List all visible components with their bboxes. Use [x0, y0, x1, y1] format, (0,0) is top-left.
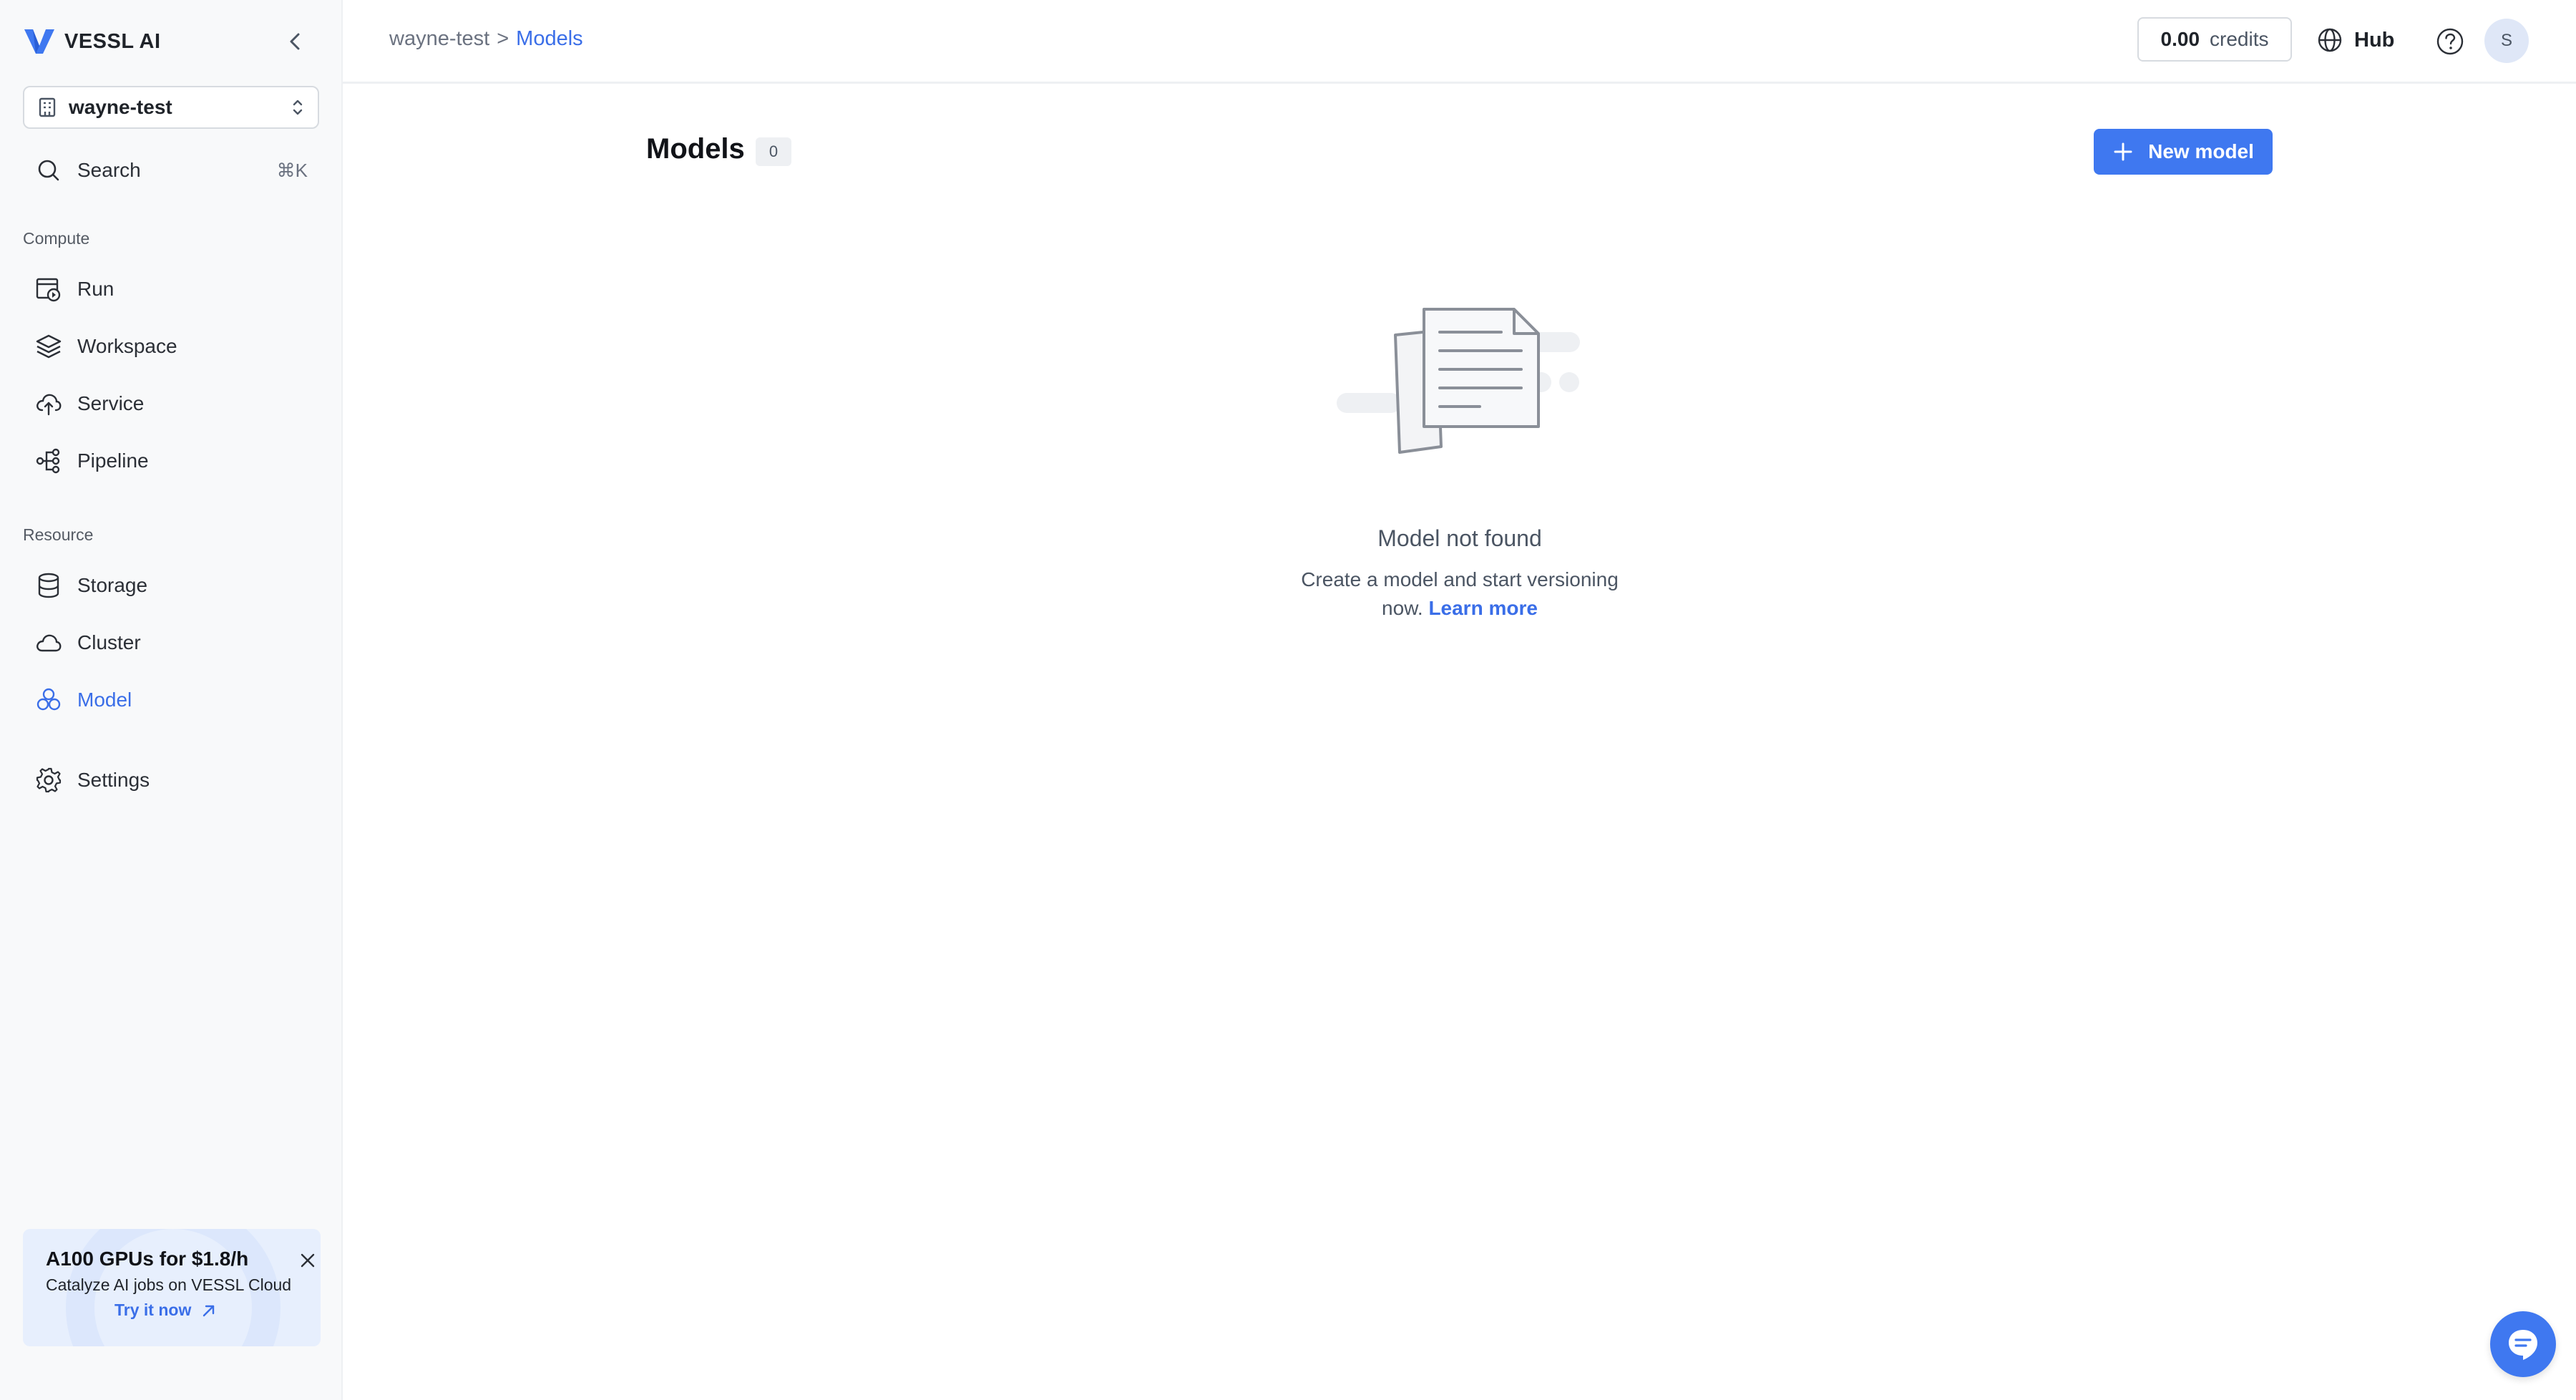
sidebar-item-label: Storage [77, 574, 148, 596]
database-icon [38, 573, 59, 598]
new-model-label: New model [2148, 140, 2254, 162]
chevron-left-icon [290, 33, 300, 50]
sidebar-item-settings[interactable]: Settings [23, 757, 319, 803]
credits-button[interactable]: 0.00 credits [2137, 17, 2292, 62]
sidebar-item-pipeline[interactable]: Pipeline [23, 438, 319, 484]
credits-unit: credits [2210, 28, 2269, 50]
promo-title: A100 GPUs for $1.8/h [46, 1248, 249, 1270]
search-shortcut: ⌘K [276, 159, 308, 181]
sidebar-item-label: Workspace [77, 335, 177, 357]
chevron-up-down-icon [293, 99, 303, 115]
vessl-logo-icon [24, 29, 54, 54]
sidebar: VESSL AI wayne-test Search ⌘K Compute Ru… [0, 0, 343, 1400]
hub-button[interactable]: Hub [2316, 21, 2394, 59]
cloud-upload-icon [36, 394, 62, 416]
section-label-compute: Compute [23, 229, 90, 248]
model-icon [36, 688, 61, 711]
org-selector[interactable]: wayne-test [23, 86, 319, 129]
org-name: wayne-test [69, 96, 172, 118]
page-title: Models [646, 133, 745, 165]
sidebar-item-label: Settings [77, 769, 150, 791]
help-circle-icon [2436, 28, 2464, 55]
sidebar-item-label: Service [77, 392, 145, 414]
close-icon [301, 1253, 315, 1268]
pipeline-icon [36, 448, 60, 474]
arrow-up-right-icon [203, 1305, 215, 1316]
plus-icon [2112, 141, 2134, 162]
empty-desc-now: now. [1382, 597, 1423, 619]
promo-cta-label: Try it now [114, 1301, 192, 1319]
breadcrumb: wayne-test > Models [389, 27, 583, 51]
brand-name: VESSL AI [64, 29, 161, 53]
sidebar-item-label: Run [77, 278, 114, 300]
sidebar-item-storage[interactable]: Storage [23, 563, 319, 608]
promo-cta-link[interactable]: Try it now [114, 1301, 218, 1320]
breadcrumb-org[interactable]: wayne-test [389, 27, 489, 51]
search-icon [38, 160, 59, 181]
empty-state-title: Model not found [1377, 525, 1542, 551]
breadcrumb-separator: > [497, 27, 509, 50]
sidebar-search[interactable]: Search ⌘K [23, 150, 319, 190]
hub-label: Hub [2354, 28, 2395, 52]
sidebar-item-label: Pipeline [77, 449, 149, 472]
collapse-sidebar-button[interactable] [283, 29, 306, 54]
empty-desc-line2: now. Learn more [1245, 594, 1674, 623]
chat-support-button[interactable] [2490, 1311, 2556, 1377]
empty-state-illustration [1337, 303, 1584, 461]
search-label: Search [77, 159, 141, 181]
breadcrumb-current[interactable]: Models [516, 27, 583, 51]
sidebar-item-label: Cluster [77, 631, 141, 653]
sidebar-item-label: Model [77, 689, 132, 711]
avatar[interactable]: S [2484, 19, 2529, 63]
learn-more-link[interactable]: Learn more [1428, 597, 1538, 619]
section-label-resource: Resource [23, 525, 94, 544]
building-icon [39, 97, 56, 117]
empty-desc-line1: Create a model and start versioning [1301, 568, 1619, 590]
sidebar-item-run[interactable]: Run [23, 266, 319, 312]
brand[interactable]: VESSL AI [23, 26, 161, 57]
new-model-button[interactable]: New model [2094, 129, 2273, 175]
promo-subtitle: Catalyze AI jobs on VESSL Cloud [46, 1275, 292, 1294]
help-button[interactable] [2434, 26, 2466, 57]
sidebar-item-cluster[interactable]: Cluster [23, 620, 319, 666]
credits-amount: 0.00 [2160, 28, 2200, 50]
empty-state-description: Create a model and start versioning now.… [1245, 565, 1674, 623]
cloud-icon [36, 634, 62, 652]
document-icon [1337, 308, 1580, 454]
model-count-badge: 0 [756, 137, 791, 166]
chat-icon [2509, 1330, 2537, 1360]
promo-banner: A100 GPUs for $1.8/h Catalyze AI jobs on… [23, 1229, 321, 1346]
promo-close-button[interactable] [293, 1246, 321, 1275]
run-icon [36, 278, 61, 302]
sidebar-item-model[interactable]: Model [23, 677, 319, 723]
gear-icon [36, 767, 62, 793]
sidebar-item-service[interactable]: Service [23, 381, 319, 427]
sidebar-item-workspace[interactable]: Workspace [23, 324, 319, 369]
layers-icon [36, 334, 62, 359]
globe-icon [2318, 28, 2342, 52]
